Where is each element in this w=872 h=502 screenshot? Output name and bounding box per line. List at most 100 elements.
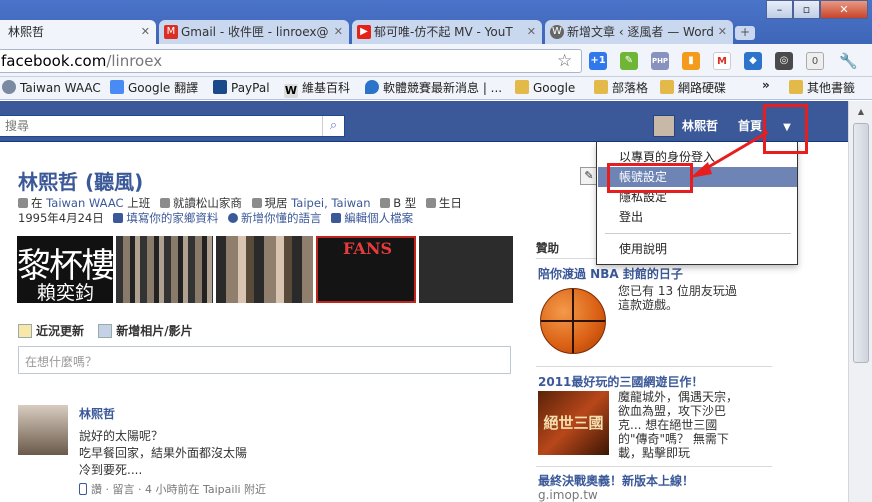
address-bar[interactable]: facebook.com/linroex ☆ — [0, 49, 582, 73]
language-link[interactable]: 新增你懂的語言 — [241, 211, 322, 225]
scroll-up-arrow-icon[interactable]: ▲ — [852, 103, 870, 121]
bookmark-software-contest[interactable]: 軟體競賽最新消息 | ... — [365, 77, 502, 100]
ad-text: 您已有 13 位朋友玩過 — [618, 284, 737, 298]
paypal-icon — [213, 80, 227, 94]
profile-info-line-2: 1995年4月24日 填寫你的家鄉資料 新增你懂的語言 編輯個人檔案 — [18, 211, 414, 225]
google-plus-one-icon[interactable]: +1 — [589, 52, 607, 70]
home-icon — [251, 198, 262, 208]
new-tab-button[interactable]: + — [735, 26, 755, 40]
status-input[interactable]: 在想什麼嗎？ — [18, 346, 511, 374]
folder-icon — [515, 80, 529, 94]
post-line: 吃早餐回家，結果外面都沒太陽 — [79, 446, 248, 460]
bookmark-paypal[interactable]: PayPal — [213, 77, 270, 100]
url-host: facebook.com — [1, 52, 107, 70]
ad-text: 欲血為盟，攻下沙巴 — [618, 404, 727, 418]
translate-icon — [110, 80, 124, 94]
close-icon[interactable]: ✕ — [141, 20, 150, 44]
bookmarks-bar: Taiwan WAAC Google 翻譯 PayPal W 維基百科 軟體競賽最… — [0, 77, 872, 100]
location-link[interactable]: Taipei, Taiwan — [291, 196, 370, 210]
maximize-button[interactable]: ▫ — [793, 0, 820, 19]
tab-title: 新增文章 ‹ 逐風者 — Word — [567, 25, 714, 39]
evernote-icon[interactable]: ✎ — [620, 52, 638, 70]
ad-text: 載，點擊即玩 — [618, 446, 691, 460]
photo-thumbnail[interactable]: 黎杯樓 賴奕鈞 — [17, 236, 113, 303]
search-input[interactable]: 搜尋 ⌕ — [0, 115, 345, 137]
tab-title: 林熙哲 — [8, 25, 45, 39]
search-icon[interactable]: ⌕ — [322, 116, 344, 136]
ad-text: 克... 想在絕世三國 — [618, 418, 718, 432]
tab-wordpress[interactable]: W 新增文章 ‹ 逐風者 — Word ✕ — [545, 20, 733, 44]
photo-thumbnail[interactable]: FANS — [316, 236, 416, 303]
profile-info-line-1: 在 Taiwan WAAC 上班 就讀松山家商 現居 Taipei, Taiwa… — [18, 195, 462, 211]
annotation-arrow — [690, 130, 769, 178]
bookmarks-overflow-button[interactable]: » — [762, 74, 770, 97]
work-link[interactable]: Taiwan WAAC — [46, 196, 123, 210]
tab-youtube[interactable]: ▶ 郁可唯-仿不起 MV - YouT ✕ — [352, 20, 542, 44]
globe-icon — [228, 213, 239, 223]
bookmark-google-translate[interactable]: Google 翻譯 — [110, 77, 198, 100]
scrollbar-thumb[interactable] — [853, 123, 869, 363]
cake-icon — [425, 198, 436, 208]
tab-facebook[interactable]: 林熙哲 ✕ — [0, 20, 156, 44]
close-icon[interactable]: ✕ — [527, 20, 536, 44]
bookmark-taiwan-waac[interactable]: Taiwan WAAC — [2, 77, 101, 100]
extension-icon[interactable]: ◎ — [775, 52, 793, 70]
bookmark-folder-google[interactable]: Google — [515, 77, 575, 100]
tab-title: 郁可唯-仿不起 MV - YouT — [374, 25, 513, 39]
ad-title[interactable]: 2011最好玩的三國網遊巨作！ — [538, 373, 703, 390]
ad-text: 的"傳奇"嗎？ 無需下 — [618, 432, 729, 446]
close-icon[interactable]: ✕ — [718, 20, 727, 44]
menu-item-help[interactable]: 使用說明 — [598, 239, 797, 259]
drop-icon — [380, 198, 391, 208]
folder-icon — [660, 80, 674, 94]
close-icon[interactable]: ✕ — [334, 20, 343, 44]
vertical-scrollbar[interactable]: ▲ — [848, 101, 872, 502]
edit-profile-link[interactable]: 編輯個人檔案 — [344, 211, 413, 225]
photo-thumbnail[interactable] — [116, 236, 213, 303]
window-close-button[interactable]: ✕ — [820, 0, 868, 19]
gmail-icon: M — [164, 25, 178, 39]
post-line: 說好的太陽呢？ — [79, 429, 164, 443]
menu-item-logout[interactable]: 登出 — [598, 207, 797, 227]
sync-icon[interactable]: ◆ — [744, 52, 762, 70]
game-image[interactable]: 絕世三國 — [538, 391, 609, 455]
post-meta: 讚 · 留言 · 4 小時前在 Taipaili 附近 — [79, 481, 266, 497]
tab-status-update[interactable]: 近況更新 — [18, 324, 84, 338]
wikipedia-icon: W — [284, 84, 298, 98]
analytics-icon[interactable]: ▮ — [682, 52, 700, 70]
pencil-icon — [331, 213, 342, 223]
divider — [536, 366, 772, 367]
folder-icon — [594, 80, 608, 94]
bookmark-folder-blog[interactable]: 部落格 — [594, 77, 648, 100]
post-author[interactable]: 林熙哲 — [79, 405, 115, 422]
url-path: /linroex — [106, 52, 163, 70]
tab-add-photo[interactable]: 新增相片/影片 — [98, 324, 193, 338]
ad-title[interactable]: 最終決戰奧義！新版本上線！ — [538, 472, 694, 489]
counter-badge[interactable]: 0 — [806, 52, 824, 70]
browser-tab-strip: 林熙哲 ✕ M Gmail - 收件匣 - linroex@ ✕ ▶ 郁可唯-仿… — [0, 0, 872, 44]
sponsored-heading: 贊助 — [536, 241, 559, 255]
bookmark-folder-other[interactable]: 其他書籤 — [789, 77, 855, 100]
ad-title[interactable]: 陪你渡過 NBA 封館的日子 — [538, 265, 683, 282]
php-icon[interactable]: PHP — [651, 52, 669, 70]
wrench-icon[interactable]: 🔧 — [839, 52, 858, 70]
gmail-extension-icon[interactable]: M — [713, 52, 731, 70]
photo-thumbnail[interactable] — [419, 236, 513, 303]
bookmark-wikipedia[interactable]: W 維基百科 — [284, 77, 350, 100]
basketball-image[interactable] — [540, 288, 606, 354]
minimize-button[interactable]: – — [766, 0, 793, 19]
post-avatar[interactable] — [18, 405, 68, 455]
globe-icon — [2, 80, 16, 94]
ad-url[interactable]: g.imop.tw — [538, 488, 598, 502]
bookmark-star-icon[interactable]: ☆ — [557, 50, 572, 72]
post-line: 冷到要死.... — [79, 463, 143, 477]
tab-gmail[interactable]: M Gmail - 收件匣 - linroex@ ✕ — [159, 20, 349, 44]
hometown-link[interactable]: 填寫你的家鄉資料 — [126, 211, 218, 225]
ad-text: 魔龍城外，偶遇天宗， — [618, 390, 739, 404]
bookmark-folder-cloud-drive[interactable]: 網路硬碟 — [660, 77, 726, 100]
graduation-cap-icon — [159, 198, 170, 208]
browser-toolbar: facebook.com/linroex ☆ — [0, 44, 872, 77]
youtube-icon: ▶ — [357, 25, 371, 39]
divider — [536, 466, 772, 467]
photo-thumbnail[interactable] — [216, 236, 313, 303]
